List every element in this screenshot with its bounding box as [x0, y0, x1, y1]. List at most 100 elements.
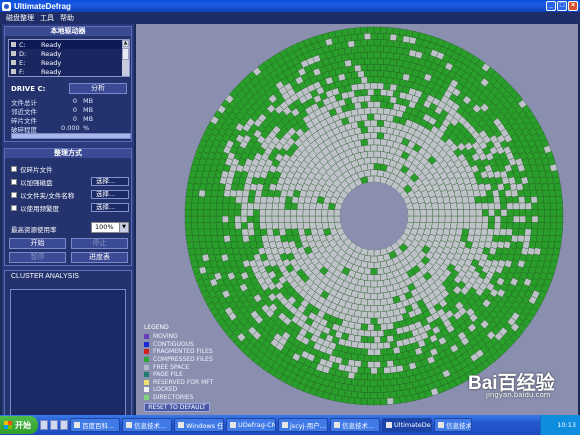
cluster-block-used [363, 354, 372, 362]
cluster-block-used [354, 372, 362, 380]
taskbar-item[interactable]: UDefrag-CN... [226, 418, 276, 432]
cluster-block-used [360, 398, 368, 406]
drive-row-c[interactable]: C: Ready [9, 40, 129, 49]
option-strengthen-disk[interactable]: 以加强磁盘 [11, 177, 53, 187]
pause-button[interactable]: 暂停 [9, 252, 66, 263]
minimize-button[interactable]: _ [546, 1, 556, 11]
drive-row-f[interactable]: F: Ready [9, 67, 129, 76]
cluster-block-free [366, 261, 375, 269]
cluster-block-free [247, 228, 255, 237]
cluster-block-used [198, 234, 206, 243]
cluster-block-used [360, 39, 368, 47]
cluster-block-free [373, 311, 381, 319]
maximize-button[interactable]: □ [557, 1, 567, 11]
cpu-usage-select[interactable]: 100% ▼ [91, 222, 129, 233]
cluster-block-free [290, 209, 298, 217]
drive-list[interactable]: C: Ready D: Ready E: Ready F: Ready ▲ [8, 39, 130, 77]
cluster-block-used [556, 209, 564, 217]
cluster-block-used [350, 378, 359, 386]
drive-row-e[interactable]: E: Ready [9, 58, 129, 67]
start-button[interactable]: 开始 [9, 238, 66, 249]
drive-list-scrollbar[interactable]: ▲ [122, 40, 129, 76]
start-button[interactable]: 开始 [0, 416, 38, 434]
cluster-block-free [321, 208, 329, 217]
taskbar-item[interactable]: Windows 任... [174, 418, 224, 432]
cluster-block-used [185, 228, 193, 236]
cluster-block-used [553, 241, 562, 250]
taskbar-item-active[interactable]: UltimateDef... [382, 418, 432, 432]
taskbar-item[interactable]: jscyj-用户... [278, 418, 328, 432]
cluster-block-used [191, 202, 199, 210]
cluster-block-used [383, 95, 391, 103]
cluster-block-used [367, 26, 375, 34]
quick-launch-icon[interactable] [40, 420, 48, 430]
cluster-block-free [386, 360, 395, 368]
cluster-block-used [373, 373, 381, 381]
progress-button[interactable]: 进度表 [71, 252, 128, 263]
cluster-block-free [363, 267, 372, 275]
checkbox[interactable] [11, 178, 17, 185]
cluster-block-free [481, 222, 489, 230]
taskbar-item[interactable]: 信息技术... [122, 418, 172, 432]
quick-launch-icon[interactable] [50, 420, 58, 430]
cluster-block-used [555, 196, 563, 204]
cluster-block-used [234, 202, 242, 210]
analyze-button[interactable]: 分析 [69, 83, 127, 94]
cluster-block-free [373, 336, 381, 344]
cluster-block-free [457, 209, 464, 217]
scroll-up-icon[interactable]: ▲ [122, 40, 129, 47]
stop-button[interactable]: 停止 [71, 238, 128, 249]
cluster-analysis-title: CLUSTER ANALYSIS [11, 273, 79, 280]
option-usage-frequency[interactable]: 以使用频繁度 [11, 203, 59, 213]
cluster-block-used [396, 377, 404, 386]
drive-row-d[interactable]: D: Ready [9, 49, 129, 58]
cluster-block-used [523, 189, 531, 198]
baidu-watermark-url: jingyan.baidu.com [486, 391, 551, 399]
browse-button[interactable]: 选择... [91, 203, 129, 212]
taskbar-item[interactable]: 百度百科... [70, 418, 120, 432]
browse-button[interactable]: 选择... [91, 190, 129, 199]
drive-icon [11, 60, 16, 65]
cluster-block-used [209, 209, 217, 217]
cluster-block-free [370, 157, 378, 164]
cluster-block-used [197, 202, 205, 210]
cluster-block-used [543, 196, 551, 204]
cluster-block-used [543, 228, 551, 236]
menu-help[interactable]: 帮助 [60, 13, 74, 23]
menu-tools[interactable]: 工具 [40, 13, 54, 23]
cluster-block-free [363, 292, 372, 300]
quick-launch-icon[interactable] [60, 420, 68, 430]
option-fragmented-only[interactable]: 仅碎片文件 [11, 164, 53, 174]
cluster-block-free [376, 82, 385, 90]
cluster-block-used [360, 51, 368, 59]
cluster-block-free [357, 304, 365, 312]
cluster-block-used [377, 367, 385, 375]
cluster-block-free [386, 322, 395, 331]
close-button[interactable]: × [568, 1, 578, 11]
reset-to-default-button[interactable]: RESET TO DEFAULT [144, 403, 210, 412]
checkbox[interactable] [11, 165, 17, 172]
checkbox[interactable] [11, 191, 17, 198]
taskbar-item[interactable]: 信息技术... [330, 418, 380, 432]
cluster-block-used [210, 228, 218, 236]
cluster-block-used [240, 222, 248, 230]
checkbox[interactable] [11, 204, 17, 211]
cluster-block-free [370, 82, 378, 90]
browse-button[interactable]: 选择... [91, 177, 129, 186]
cluster-block-used [216, 228, 224, 236]
taskbar-item[interactable]: 信息技术... [434, 418, 472, 432]
menu-defrag[interactable]: 磁盘整理 [6, 13, 34, 23]
cluster-block-free [259, 222, 267, 230]
cluster-block-used [209, 222, 217, 230]
cluster-block-free [315, 208, 322, 217]
legend-item-directories: DIRECTORIES [144, 394, 244, 402]
legend-item-page-file: PAGE FILE [144, 371, 244, 379]
chevron-down-icon[interactable]: ▼ [119, 223, 128, 232]
cluster-block-used [344, 46, 352, 55]
cluster-block-free [510, 189, 519, 198]
scroll-thumb[interactable] [122, 48, 129, 60]
cluster-block-used [222, 228, 230, 237]
cluster-block-used [344, 34, 352, 42]
cluster-block-used [222, 202, 230, 210]
option-folder-filename[interactable]: 以文件夹/文件名称 [11, 190, 74, 200]
